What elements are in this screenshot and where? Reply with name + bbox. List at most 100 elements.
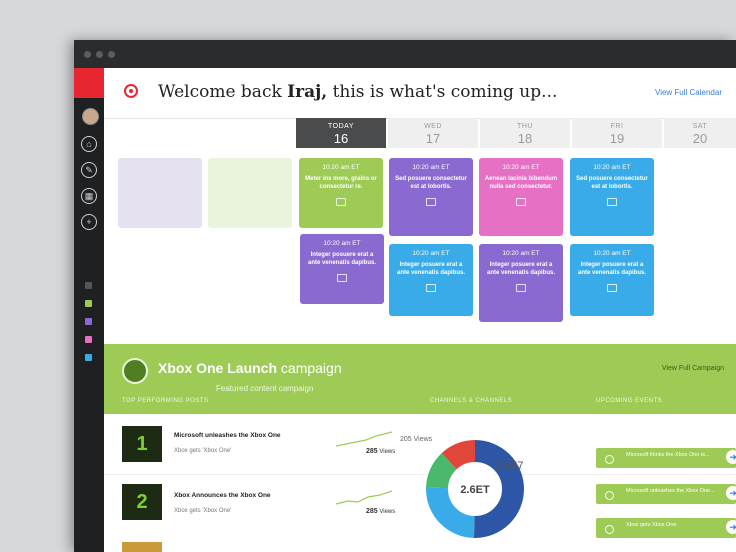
- channels-heading: CHANNELS & CHANNELS: [430, 398, 513, 404]
- avatar[interactable]: [82, 108, 99, 125]
- post-thumbnail[interactable]: 1: [122, 426, 162, 462]
- post-sparkline: [336, 490, 392, 505]
- day-name: WED: [424, 123, 442, 130]
- day-name: SAT: [692, 123, 708, 130]
- post-sparkline: [336, 431, 392, 447]
- blue-filter-square[interactable]: [85, 354, 92, 361]
- calendar-icon: [516, 283, 526, 292]
- event-time: 10:20 am ET: [593, 164, 631, 171]
- upcoming-event-text: Microsoft thinks the Xbox One is...: [626, 452, 710, 458]
- past-event-card[interactable]: [208, 158, 292, 228]
- add-icon[interactable]: +: [81, 214, 97, 230]
- event-text: Aenean lacinia bibendum nulla sed consec…: [484, 176, 558, 190]
- event-card[interactable]: 10:20 am ET Integer posuere erat a ante …: [570, 244, 654, 316]
- arrow-right-icon[interactable]: ➜: [726, 520, 736, 534]
- post-views-label: Views: [379, 509, 396, 515]
- calendar-icon: [426, 283, 436, 292]
- campaign-header: Xbox One Launch campaign Featured conten…: [104, 344, 736, 414]
- calendar-icon[interactable]: ▦: [81, 188, 97, 204]
- donut-side-value: 2,657: [496, 460, 524, 472]
- dashboard-header: Welcome back Iraj, this is what's coming…: [104, 68, 736, 119]
- calendar-icon: [336, 197, 346, 206]
- upcoming-event-text: Xbox gets Xbox One: [626, 522, 677, 528]
- post-views-count: 285: [366, 508, 378, 515]
- compass-icon[interactable]: ✎: [81, 162, 97, 178]
- xbox-icon: [122, 358, 148, 384]
- event-time: 10:20 am ET: [412, 250, 450, 257]
- day-date: 20: [692, 131, 708, 146]
- event-time: 10:20 am ET: [502, 250, 540, 257]
- post-rank: 2: [136, 491, 148, 513]
- event-text: Integer posuere erat a ante venenatis da…: [577, 262, 647, 276]
- home-icon[interactable]: ⌂: [81, 136, 97, 152]
- calendar-icon: [516, 197, 526, 206]
- day-name: THU: [517, 123, 533, 130]
- campaign-subtitle: Featured content campaign: [216, 384, 314, 393]
- post-title[interactable]: Xbox Announces the Xbox One: [174, 492, 324, 500]
- event-card[interactable]: 10:20 am ET Sed posuere consectetur est …: [570, 158, 654, 236]
- post-title[interactable]: Microsoft unleashes the Xbox One: [174, 432, 324, 440]
- event-time: 10:20 am ET: [323, 240, 361, 247]
- event-time: 10:20 am ET: [322, 164, 360, 171]
- post-subtitle: Xbox gets 'Xbox One': [174, 448, 232, 454]
- event-text: Integer posuere erat a ante venenatis da…: [307, 252, 377, 266]
- calendar-day-header: TODAY 16 WED 17 THU 18 FRI 19 SAT 20: [104, 118, 736, 148]
- day-wed[interactable]: WED 17: [388, 118, 478, 148]
- past-event-card[interactable]: [118, 158, 202, 228]
- post-rank: 1: [136, 433, 148, 455]
- view-full-calendar-link[interactable]: View Full Calendar: [655, 88, 722, 97]
- calendar-filter-icon[interactable]: [85, 282, 92, 289]
- top-posts-heading: TOP PERFORMING POSTS: [122, 398, 209, 404]
- upcoming-event-text: Microsoft unleashes the Xbox One...: [626, 488, 715, 494]
- day-fri[interactable]: FRI 19: [572, 118, 662, 148]
- event-card[interactable]: 10:20 am ET Meter ins more, grains or co…: [299, 158, 383, 228]
- campaign-title-bold: Xbox One Launch: [158, 360, 278, 376]
- app-logo[interactable]: [74, 68, 104, 98]
- post-thumbnail[interactable]: 2: [122, 484, 162, 520]
- donut-center-value: 2.6ET: [460, 484, 490, 496]
- window-minimize-button[interactable]: [96, 51, 103, 58]
- arrow-right-icon[interactable]: ➜: [726, 486, 736, 500]
- calendar-icon: [426, 197, 436, 206]
- event-card[interactable]: 10:20 am ET Sed posuere consectetur est …: [389, 158, 473, 236]
- purple-filter-square[interactable]: [85, 318, 92, 325]
- post-views-label: Views: [379, 449, 396, 455]
- campaign-title: Xbox One Launch campaign: [158, 360, 342, 376]
- view-campaign-link[interactable]: View Full Campaign: [662, 365, 724, 372]
- event-card[interactable]: 10:20 am ET Integer posuere erat a ante …: [389, 244, 473, 316]
- day-today[interactable]: TODAY 16: [296, 118, 386, 148]
- upcoming-event[interactable]: Xbox gets Xbox One ➜: [596, 518, 736, 538]
- window-zoom-button[interactable]: [108, 51, 115, 58]
- sidebar: ⌂ ✎ ▦ +: [74, 68, 104, 552]
- pink-filter-square[interactable]: [85, 336, 92, 343]
- event-text: Sed posuere consectetur est at lobortis.: [576, 176, 648, 190]
- title-bar: [74, 40, 736, 68]
- day-date: 18: [517, 131, 533, 146]
- post-views: 285 Views: [366, 508, 395, 515]
- event-text: Meter ins more, grains or consectetur re…: [305, 176, 377, 190]
- green-filter-square[interactable]: [85, 300, 92, 307]
- upcoming-event[interactable]: Microsoft unleashes the Xbox One... ➜: [596, 484, 736, 504]
- event-card[interactable]: 10:20 am ET Aenean lacinia bibendum null…: [479, 158, 563, 236]
- calendar-icon: [337, 273, 347, 282]
- event-card[interactable]: 10:20 am ET Integer posuere erat a ante …: [300, 234, 384, 304]
- event-time: 10:20 am ET: [593, 250, 631, 257]
- day-name: FRI: [610, 123, 624, 130]
- calendar-icon: [607, 283, 617, 292]
- post-views: 285 Views: [366, 448, 395, 455]
- target-icon: [124, 84, 138, 98]
- post-subtitle: Xbox gets 'Xbox One': [174, 508, 232, 514]
- event-time: 10:20 am ET: [502, 164, 540, 171]
- event-card[interactable]: 10:20 am ET Integer posuere erat a ante …: [479, 244, 563, 322]
- post-thumbnail[interactable]: [122, 542, 162, 552]
- arrow-right-icon[interactable]: ➜: [726, 450, 736, 464]
- day-sat[interactable]: SAT 20: [664, 118, 736, 148]
- upcoming-heading: UPCOMING EVENTS: [596, 398, 663, 404]
- upcoming-event[interactable]: Microsoft thinks the Xbox One is... ➜: [596, 448, 736, 468]
- calendar-grid: 10:20 am ET Meter ins more, grains or co…: [104, 148, 736, 344]
- welcome-message: Welcome back Iraj, this is what's coming…: [158, 82, 557, 102]
- event-text: Sed posuere consectetur est at lobortis.: [395, 176, 467, 190]
- campaign-title-rest: campaign: [280, 360, 342, 376]
- day-thu[interactable]: THU 18: [480, 118, 570, 148]
- window-close-button[interactable]: [84, 51, 91, 58]
